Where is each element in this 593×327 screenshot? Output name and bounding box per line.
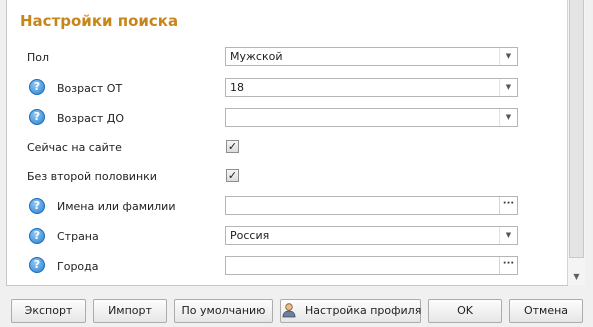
country-value: Россия <box>230 229 270 242</box>
country-label: Страна <box>57 230 99 243</box>
age-from-label: Возраст ОТ <box>57 82 123 95</box>
country-select[interactable]: Россия ▼ <box>225 226 518 245</box>
names-input[interactable]: ··· <box>225 196 518 215</box>
gender-value: Мужской <box>230 50 283 63</box>
question-circle-icon[interactable]: ? <box>29 109 45 125</box>
ellipsis-icon[interactable]: ··· <box>499 197 517 214</box>
cities-label: Города <box>57 260 99 273</box>
cities-input[interactable]: ··· <box>225 256 518 275</box>
export-button[interactable]: Экспорт <box>11 299 86 323</box>
vertical-scrollbar[interactable]: ▼ <box>567 0 585 285</box>
age-from-value: 18 <box>230 81 244 94</box>
profile-settings-button[interactable]: Настройка профиля <box>280 299 421 323</box>
single-checkbox[interactable]: ✓ <box>226 169 239 182</box>
chevron-down-icon[interactable]: ▼ <box>499 79 517 96</box>
age-to-label: Возраст ДО <box>57 112 125 125</box>
question-circle-icon[interactable]: ? <box>29 228 45 244</box>
single-label: Без второй половинки <box>27 170 157 183</box>
gender-select[interactable]: Мужской ▼ <box>225 47 518 66</box>
online-now-label: Сейчас на сайте <box>27 141 122 154</box>
question-circle-icon[interactable]: ? <box>29 79 45 95</box>
age-from-select[interactable]: 18 ▼ <box>225 78 518 97</box>
chevron-down-icon[interactable]: ▼ <box>499 48 517 65</box>
scrollbar-thumb[interactable] <box>569 0 584 258</box>
gender-label: Пол <box>27 51 50 64</box>
ellipsis-icon[interactable]: ··· <box>499 257 517 274</box>
question-circle-icon[interactable]: ? <box>29 198 45 214</box>
chevron-down-icon[interactable]: ▼ <box>499 109 517 126</box>
ok-button[interactable]: OK <box>428 299 502 323</box>
names-label: Имена или фамилии <box>57 200 176 213</box>
online-now-checkbox[interactable]: ✓ <box>226 140 239 153</box>
question-circle-icon[interactable]: ? <box>29 257 45 273</box>
profile-settings-label: Настройка профиля <box>305 304 422 317</box>
age-to-select[interactable]: ▼ <box>225 108 518 127</box>
cancel-button[interactable]: Отмена <box>509 299 583 323</box>
user-icon <box>281 302 297 318</box>
default-button[interactable]: По умолчанию <box>174 299 273 323</box>
scroll-down-icon[interactable]: ▼ <box>568 271 585 283</box>
import-button[interactable]: Импорт <box>93 299 167 323</box>
chevron-down-icon[interactable]: ▼ <box>499 227 517 244</box>
panel-title: Настройки поиска <box>20 12 179 30</box>
